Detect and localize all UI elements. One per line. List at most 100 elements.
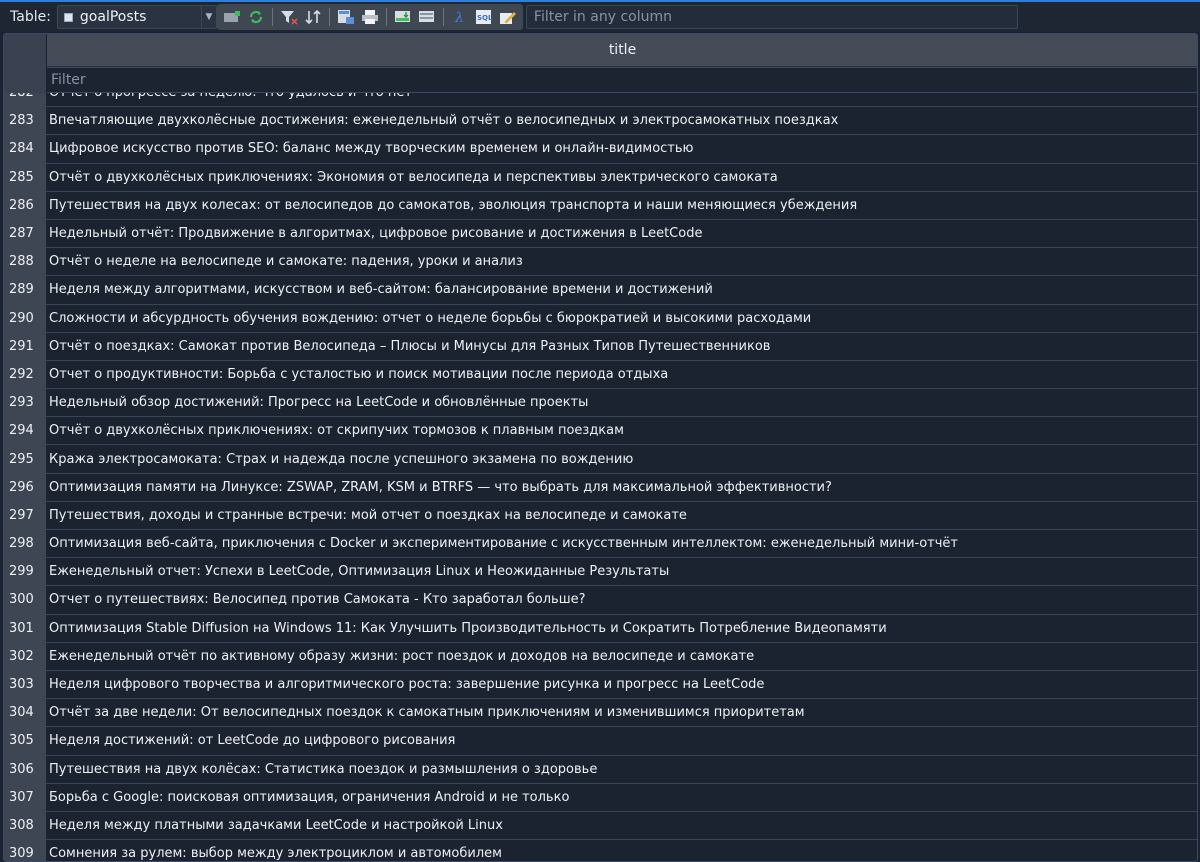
table-row[interactable]: 292 Отчет о продуктивности: Борьба с уста…: [4, 360, 1197, 390]
row-number[interactable]: 305: [4, 727, 46, 755]
row-number[interactable]: 287: [4, 219, 46, 248]
title-cell[interactable]: Отчет о продуктивности: Борьба с усталос…: [49, 361, 1197, 388]
row-number[interactable]: 295: [4, 445, 46, 473]
title-cell[interactable]: Отчёт о двухколёсных приключениях: Эконо…: [49, 164, 1197, 191]
table-row[interactable]: 294 Отчёт о двухколёсных приключениях: от…: [4, 417, 1197, 446]
row-number[interactable]: 306: [4, 755, 46, 783]
row-number[interactable]: 288: [4, 248, 46, 276]
table-row[interactable]: 302 Еженедельный отчёт по активному образ…: [4, 642, 1197, 671]
row-number[interactable]: 290: [4, 304, 46, 332]
create-record-icon[interactable]: [220, 5, 244, 29]
row-number[interactable]: 303: [4, 670, 46, 699]
title-cell[interactable]: Неделя цифрового творчества и алгоритмич…: [49, 671, 1197, 698]
title-cell[interactable]: Кража электросамоката: Страх и надежда п…: [49, 445, 1197, 472]
title-cell[interactable]: Отчёт о прогрессе за неделю: что удалось…: [49, 93, 1197, 106]
table-row[interactable]: 296 Оптимизация памяти на Линуксе: ZSWAP,…: [4, 473, 1197, 502]
table-row[interactable]: 285 Отчёт о двухколёсных приключениях: Эк…: [4, 163, 1197, 192]
table-row[interactable]: 306 Путешествия на двух колёсах: Статисти…: [4, 755, 1197, 784]
table-row[interactable]: 309 Сомнения за рулем: выбор между электр…: [4, 840, 1197, 861]
title-cell[interactable]: Отчет о путешествиях: Велосипед против С…: [49, 586, 1197, 613]
row-number[interactable]: 292: [4, 360, 46, 389]
delete-record-icon[interactable]: [415, 5, 439, 29]
save-table-icon[interactable]: [334, 5, 358, 29]
row-number[interactable]: 282: [4, 93, 46, 107]
title-cell[interactable]: Впечатляющие двухколёсные достижения: еж…: [49, 107, 1197, 134]
row-number[interactable]: 293: [4, 389, 46, 417]
row-number[interactable]: 296: [4, 473, 46, 501]
table-row[interactable]: 295 Кража электросамоката: Страх и надежд…: [4, 445, 1197, 474]
table-row[interactable]: 308 Неделя между платными задачками LeetC…: [4, 811, 1197, 841]
table-row[interactable]: 304 Отчёт за две недели: От велосипедных …: [4, 699, 1197, 728]
title-cell[interactable]: Сложности и абсурдность обучения вождени…: [49, 305, 1197, 332]
refresh-icon[interactable]: [244, 5, 268, 29]
row-number[interactable]: 308: [4, 811, 46, 840]
row-number[interactable]: 300: [4, 586, 46, 614]
functions-icon[interactable]: λ: [448, 5, 472, 29]
print-icon[interactable]: [358, 5, 382, 29]
table-row[interactable]: 297 Путешествия, доходы и странные встреч…: [4, 501, 1197, 530]
title-cell[interactable]: Неделя достижений: от LeetCode до цифров…: [49, 727, 1197, 754]
column-header-title[interactable]: title: [47, 34, 1197, 67]
row-number[interactable]: 301: [4, 614, 46, 642]
title-cell[interactable]: Путешествия на двух колёсах: Статистика …: [49, 756, 1197, 783]
chevron-down-icon[interactable]: ▼: [200, 6, 216, 28]
title-cell[interactable]: Отчёт о поездках: Самокат против Велосип…: [49, 333, 1197, 360]
title-cell[interactable]: Отчёт о неделе на велосипеде и самокате:…: [49, 248, 1197, 275]
row-number[interactable]: 285: [4, 163, 46, 191]
title-cell[interactable]: Борьба с Google: поисковая оптимизация, …: [49, 784, 1197, 811]
title-cell[interactable]: Отчёт за две недели: От велосипедных пое…: [49, 699, 1197, 726]
title-cell[interactable]: Цифровое искусство против SEO: баланс ме…: [49, 135, 1197, 162]
row-number[interactable]: 289: [4, 276, 46, 304]
title-cell[interactable]: Еженедельный отчет: Успехи в LeetCode, О…: [49, 558, 1197, 585]
table-row[interactable]: 289 Неделя между алгоритмами, искусством …: [4, 276, 1197, 305]
title-cell[interactable]: Недельный обзор достижений: Прогресс на …: [49, 389, 1197, 416]
row-number[interactable]: 309: [4, 840, 46, 861]
row-number[interactable]: 286: [4, 191, 46, 219]
column-filter-input[interactable]: [47, 68, 1197, 92]
table-row[interactable]: 282Отчёт о прогрессе за неделю: что удал…: [4, 93, 1197, 108]
table-row[interactable]: 288 Отчёт о неделе на велосипеде и самока…: [4, 248, 1197, 277]
title-cell[interactable]: Сомнения за рулем: выбор между электроци…: [49, 840, 1197, 861]
row-number[interactable]: 307: [4, 783, 46, 811]
table-row[interactable]: 303 Неделя цифрового творчества и алгорит…: [4, 670, 1197, 700]
clear-filters-icon[interactable]: [277, 5, 301, 29]
title-cell[interactable]: Путешествия, доходы и странные встречи: …: [49, 502, 1197, 529]
title-cell[interactable]: Неделя между платными задачками LeetCode…: [49, 812, 1197, 839]
table-row[interactable]: 298 Оптимизация веб-сайта, приключения с …: [4, 530, 1197, 559]
edit-display-icon[interactable]: [496, 5, 520, 29]
title-cell[interactable]: Недельный отчёт: Продвижение в алгоритма…: [49, 220, 1197, 247]
table-row[interactable]: 299 Еженедельный отчет: Успехи в LeetCode…: [4, 558, 1197, 587]
title-cell[interactable]: Отчёт о двухколёсных приключениях: от ск…: [49, 417, 1197, 444]
table-row[interactable]: 293 Недельный обзор достижений: Прогресс …: [4, 389, 1197, 418]
table-row[interactable]: 307 Борьба с Google: поисковая оптимизаци…: [4, 783, 1197, 812]
row-number[interactable]: 298: [4, 530, 46, 558]
row-number[interactable]: 294: [4, 417, 46, 445]
table-row[interactable]: 286 Путешествия на двух колесах: от велос…: [4, 191, 1197, 220]
row-number[interactable]: 304: [4, 699, 46, 727]
title-cell[interactable]: Оптимизация веб-сайта, приключения с Doc…: [49, 530, 1197, 557]
sort-icon[interactable]: [301, 5, 325, 29]
row-number[interactable]: 302: [4, 642, 46, 670]
table-row[interactable]: 301 Оптимизация Stable Diffusion на Windo…: [4, 614, 1197, 643]
row-number[interactable]: 291: [4, 332, 46, 360]
table-row[interactable]: 290 Сложности и абсурдность обучения вожд…: [4, 304, 1197, 333]
sql-icon[interactable]: SQL: [472, 5, 496, 29]
insert-record-icon[interactable]: [391, 5, 415, 29]
table-row[interactable]: 287 Недельный отчёт: Продвижение в алгори…: [4, 219, 1197, 249]
title-cell[interactable]: Оптимизация памяти на Линуксе: ZSWAP, ZR…: [49, 474, 1197, 501]
title-cell[interactable]: Неделя между алгоритмами, искусством и в…: [49, 276, 1197, 303]
row-number[interactable]: 299: [4, 558, 46, 586]
title-cell[interactable]: Путешествия на двух колесах: от велосипе…: [49, 192, 1197, 219]
table-row[interactable]: 291 Отчёт о поездках: Самокат против Вело…: [4, 332, 1197, 361]
table-row[interactable]: 284 Цифровое искусство против SEO: баланс…: [4, 135, 1197, 164]
table-select[interactable]: goalPosts ▼: [56, 5, 217, 29]
title-cell[interactable]: Оптимизация Stable Diffusion на Windows …: [49, 615, 1197, 642]
row-number[interactable]: 283: [4, 107, 46, 135]
row-number[interactable]: 284: [4, 135, 46, 163]
title-cell[interactable]: Еженедельный отчёт по активному образу ж…: [49, 643, 1197, 670]
table-row[interactable]: 305 Неделя достижений: от LeetCode до циф…: [4, 727, 1197, 756]
table-row[interactable]: 300 Отчет о путешествиях: Велосипед проти…: [4, 586, 1197, 615]
row-number[interactable]: 297: [4, 501, 46, 529]
global-filter-input[interactable]: [525, 5, 1018, 29]
table-row[interactable]: 283 Впечатляющие двухколёсные достижения:…: [4, 107, 1197, 136]
